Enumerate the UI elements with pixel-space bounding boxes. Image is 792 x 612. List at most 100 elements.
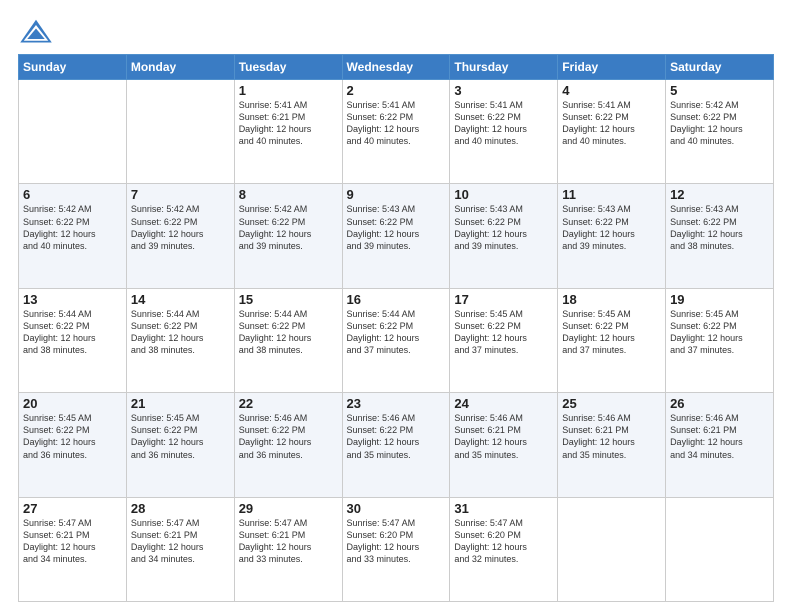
day-number: 15: [239, 292, 338, 307]
calendar-cell: 4Sunrise: 5:41 AM Sunset: 6:22 PM Daylig…: [558, 80, 666, 184]
day-number: 22: [239, 396, 338, 411]
calendar-cell: 28Sunrise: 5:47 AM Sunset: 6:21 PM Dayli…: [126, 497, 234, 601]
calendar-cell: 21Sunrise: 5:45 AM Sunset: 6:22 PM Dayli…: [126, 393, 234, 497]
calendar-week-1: 6Sunrise: 5:42 AM Sunset: 6:22 PM Daylig…: [19, 184, 774, 288]
day-number: 31: [454, 501, 553, 516]
day-info: Sunrise: 5:43 AM Sunset: 6:22 PM Dayligh…: [454, 203, 553, 252]
day-number: 1: [239, 83, 338, 98]
day-info: Sunrise: 5:45 AM Sunset: 6:22 PM Dayligh…: [670, 308, 769, 357]
logo: [18, 18, 58, 46]
day-info: Sunrise: 5:44 AM Sunset: 6:22 PM Dayligh…: [131, 308, 230, 357]
calendar-cell: 3Sunrise: 5:41 AM Sunset: 6:22 PM Daylig…: [450, 80, 558, 184]
calendar-cell: 11Sunrise: 5:43 AM Sunset: 6:22 PM Dayli…: [558, 184, 666, 288]
calendar-cell: 13Sunrise: 5:44 AM Sunset: 6:22 PM Dayli…: [19, 288, 127, 392]
calendar-cell: 22Sunrise: 5:46 AM Sunset: 6:22 PM Dayli…: [234, 393, 342, 497]
calendar-cell: 19Sunrise: 5:45 AM Sunset: 6:22 PM Dayli…: [666, 288, 774, 392]
calendar-cell: 9Sunrise: 5:43 AM Sunset: 6:22 PM Daylig…: [342, 184, 450, 288]
calendar-cell: 5Sunrise: 5:42 AM Sunset: 6:22 PM Daylig…: [666, 80, 774, 184]
page: SundayMondayTuesdayWednesdayThursdayFrid…: [0, 0, 792, 612]
calendar-cell: 14Sunrise: 5:44 AM Sunset: 6:22 PM Dayli…: [126, 288, 234, 392]
day-number: 17: [454, 292, 553, 307]
day-number: 8: [239, 187, 338, 202]
calendar-cell: 1Sunrise: 5:41 AM Sunset: 6:21 PM Daylig…: [234, 80, 342, 184]
calendar-cell: 8Sunrise: 5:42 AM Sunset: 6:22 PM Daylig…: [234, 184, 342, 288]
calendar-cell: [126, 80, 234, 184]
calendar-header-monday: Monday: [126, 55, 234, 80]
day-number: 6: [23, 187, 122, 202]
day-number: 7: [131, 187, 230, 202]
calendar-header-thursday: Thursday: [450, 55, 558, 80]
day-info: Sunrise: 5:46 AM Sunset: 6:22 PM Dayligh…: [239, 412, 338, 461]
day-number: 14: [131, 292, 230, 307]
day-info: Sunrise: 5:47 AM Sunset: 6:21 PM Dayligh…: [23, 517, 122, 566]
day-number: 18: [562, 292, 661, 307]
day-info: Sunrise: 5:42 AM Sunset: 6:22 PM Dayligh…: [23, 203, 122, 252]
day-info: Sunrise: 5:44 AM Sunset: 6:22 PM Dayligh…: [23, 308, 122, 357]
day-number: 26: [670, 396, 769, 411]
calendar-cell: 7Sunrise: 5:42 AM Sunset: 6:22 PM Daylig…: [126, 184, 234, 288]
calendar-cell: 2Sunrise: 5:41 AM Sunset: 6:22 PM Daylig…: [342, 80, 450, 184]
day-number: 10: [454, 187, 553, 202]
day-info: Sunrise: 5:44 AM Sunset: 6:22 PM Dayligh…: [239, 308, 338, 357]
day-info: Sunrise: 5:43 AM Sunset: 6:22 PM Dayligh…: [562, 203, 661, 252]
calendar-cell: 6Sunrise: 5:42 AM Sunset: 6:22 PM Daylig…: [19, 184, 127, 288]
day-number: 21: [131, 396, 230, 411]
day-number: 27: [23, 501, 122, 516]
calendar-table: SundayMondayTuesdayWednesdayThursdayFrid…: [18, 54, 774, 602]
calendar-cell: 23Sunrise: 5:46 AM Sunset: 6:22 PM Dayli…: [342, 393, 450, 497]
day-info: Sunrise: 5:43 AM Sunset: 6:22 PM Dayligh…: [347, 203, 446, 252]
calendar-header-friday: Friday: [558, 55, 666, 80]
day-info: Sunrise: 5:41 AM Sunset: 6:22 PM Dayligh…: [347, 99, 446, 148]
calendar-cell: 12Sunrise: 5:43 AM Sunset: 6:22 PM Dayli…: [666, 184, 774, 288]
calendar-cell: 29Sunrise: 5:47 AM Sunset: 6:21 PM Dayli…: [234, 497, 342, 601]
calendar-cell: 18Sunrise: 5:45 AM Sunset: 6:22 PM Dayli…: [558, 288, 666, 392]
day-info: Sunrise: 5:47 AM Sunset: 6:20 PM Dayligh…: [454, 517, 553, 566]
day-info: Sunrise: 5:45 AM Sunset: 6:22 PM Dayligh…: [562, 308, 661, 357]
day-info: Sunrise: 5:45 AM Sunset: 6:22 PM Dayligh…: [454, 308, 553, 357]
day-info: Sunrise: 5:46 AM Sunset: 6:21 PM Dayligh…: [670, 412, 769, 461]
day-info: Sunrise: 5:46 AM Sunset: 6:22 PM Dayligh…: [347, 412, 446, 461]
calendar-cell: [666, 497, 774, 601]
calendar-cell: 20Sunrise: 5:45 AM Sunset: 6:22 PM Dayli…: [19, 393, 127, 497]
day-info: Sunrise: 5:42 AM Sunset: 6:22 PM Dayligh…: [131, 203, 230, 252]
day-number: 2: [347, 83, 446, 98]
calendar-header-tuesday: Tuesday: [234, 55, 342, 80]
day-number: 24: [454, 396, 553, 411]
day-number: 9: [347, 187, 446, 202]
calendar-header-sunday: Sunday: [19, 55, 127, 80]
day-number: 4: [562, 83, 661, 98]
calendar-cell: 24Sunrise: 5:46 AM Sunset: 6:21 PM Dayli…: [450, 393, 558, 497]
calendar-cell: 25Sunrise: 5:46 AM Sunset: 6:21 PM Dayli…: [558, 393, 666, 497]
day-info: Sunrise: 5:41 AM Sunset: 6:22 PM Dayligh…: [454, 99, 553, 148]
calendar-cell: 16Sunrise: 5:44 AM Sunset: 6:22 PM Dayli…: [342, 288, 450, 392]
day-number: 11: [562, 187, 661, 202]
calendar-header-wednesday: Wednesday: [342, 55, 450, 80]
calendar-cell: 17Sunrise: 5:45 AM Sunset: 6:22 PM Dayli…: [450, 288, 558, 392]
day-number: 30: [347, 501, 446, 516]
day-number: 28: [131, 501, 230, 516]
day-info: Sunrise: 5:45 AM Sunset: 6:22 PM Dayligh…: [23, 412, 122, 461]
calendar-cell: 30Sunrise: 5:47 AM Sunset: 6:20 PM Dayli…: [342, 497, 450, 601]
calendar-header-row: SundayMondayTuesdayWednesdayThursdayFrid…: [19, 55, 774, 80]
day-info: Sunrise: 5:45 AM Sunset: 6:22 PM Dayligh…: [131, 412, 230, 461]
day-info: Sunrise: 5:47 AM Sunset: 6:21 PM Dayligh…: [131, 517, 230, 566]
day-info: Sunrise: 5:47 AM Sunset: 6:20 PM Dayligh…: [347, 517, 446, 566]
header: [18, 18, 774, 46]
calendar-week-2: 13Sunrise: 5:44 AM Sunset: 6:22 PM Dayli…: [19, 288, 774, 392]
calendar-week-3: 20Sunrise: 5:45 AM Sunset: 6:22 PM Dayli…: [19, 393, 774, 497]
day-number: 16: [347, 292, 446, 307]
day-info: Sunrise: 5:42 AM Sunset: 6:22 PM Dayligh…: [670, 99, 769, 148]
day-number: 3: [454, 83, 553, 98]
calendar-cell: 26Sunrise: 5:46 AM Sunset: 6:21 PM Dayli…: [666, 393, 774, 497]
calendar-week-0: 1Sunrise: 5:41 AM Sunset: 6:21 PM Daylig…: [19, 80, 774, 184]
day-number: 23: [347, 396, 446, 411]
day-info: Sunrise: 5:47 AM Sunset: 6:21 PM Dayligh…: [239, 517, 338, 566]
calendar-cell: [19, 80, 127, 184]
day-number: 20: [23, 396, 122, 411]
day-number: 19: [670, 292, 769, 307]
calendar-header-saturday: Saturday: [666, 55, 774, 80]
day-info: Sunrise: 5:42 AM Sunset: 6:22 PM Dayligh…: [239, 203, 338, 252]
day-info: Sunrise: 5:43 AM Sunset: 6:22 PM Dayligh…: [670, 203, 769, 252]
day-number: 25: [562, 396, 661, 411]
calendar-cell: 15Sunrise: 5:44 AM Sunset: 6:22 PM Dayli…: [234, 288, 342, 392]
